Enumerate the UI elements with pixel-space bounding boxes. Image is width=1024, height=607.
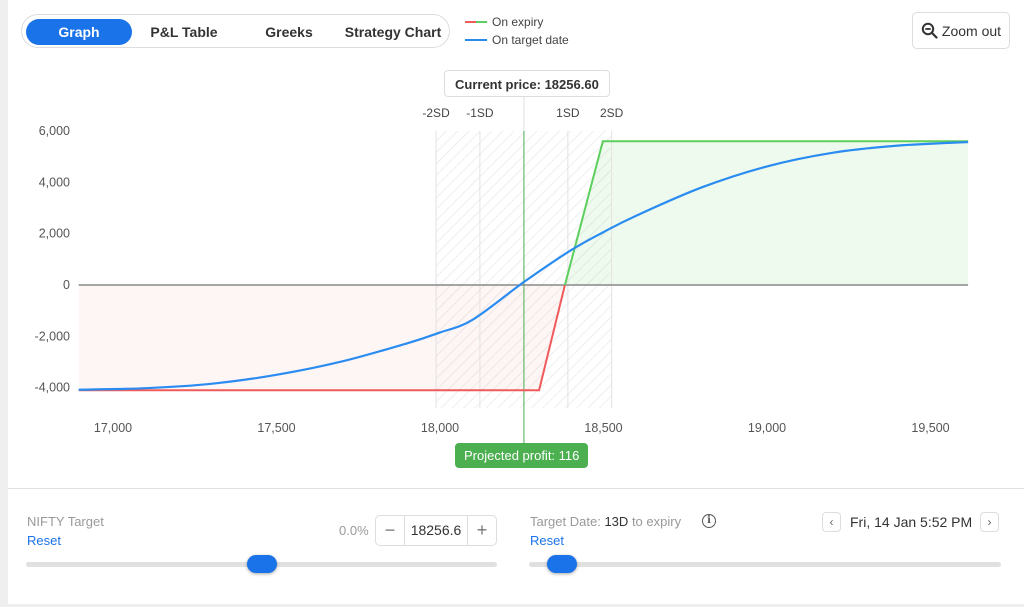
increment-button[interactable]: + [468,516,496,545]
target-date-slider-track[interactable] [529,562,1001,567]
target-date-value: Fri, 14 Jan 5:52 PM [850,514,973,530]
nifty-target-stepper: − 18256.6 + [375,515,497,546]
profit-area [564,141,969,285]
y-tick-label: 6,000 [39,124,70,138]
projected-profit-badge: Projected profit: 116 [455,443,589,468]
nifty-target-input[interactable]: 18256.6 [404,516,468,545]
sd-label: -2SD [422,106,450,120]
nifty-target-label: NIFTY Target [27,514,104,529]
y-tick-label: 0 [63,278,70,292]
target-date-label: Target Date: 13D to expiry [530,514,681,529]
y-tick-label: -4,000 [35,381,70,395]
y-tick-label: -2,000 [35,329,70,343]
x-tick-label: 18,000 [421,421,459,435]
sd-label: 1SD [556,106,580,120]
x-tick-label: 19,500 [911,421,949,435]
decrement-button[interactable]: − [376,516,404,545]
nifty-target-slider-thumb[interactable] [246,555,277,573]
current-price-tooltip: Current price: 18256.60 [444,70,610,97]
prev-date-button[interactable]: ‹ [822,512,841,532]
x-tick-label: 19,000 [748,421,786,435]
y-tick-label: 2,000 [39,227,70,241]
y-tick-label: 4,000 [39,175,70,189]
x-tick-label: 17,000 [94,421,132,435]
info-icon[interactable]: i [702,514,716,528]
sd-label: 2SD [600,106,624,120]
target-date-slider-thumb[interactable] [547,555,578,573]
target-date-label-text: Target Date: [530,514,601,529]
nifty-target-percent: 0.0% [339,523,369,538]
target-date-days: 13D [604,514,629,529]
next-date-button[interactable]: › [980,512,999,532]
target-date-suffix: to expiry [631,514,682,529]
sd-label: -1SD [466,106,494,120]
loss-area [78,285,565,391]
target-date-reset-link[interactable]: Reset [530,533,564,548]
divider [8,488,1024,489]
x-tick-label: 18,500 [584,421,622,435]
nifty-target-reset-link[interactable]: Reset [27,533,61,548]
x-tick-label: 17,500 [257,421,295,435]
